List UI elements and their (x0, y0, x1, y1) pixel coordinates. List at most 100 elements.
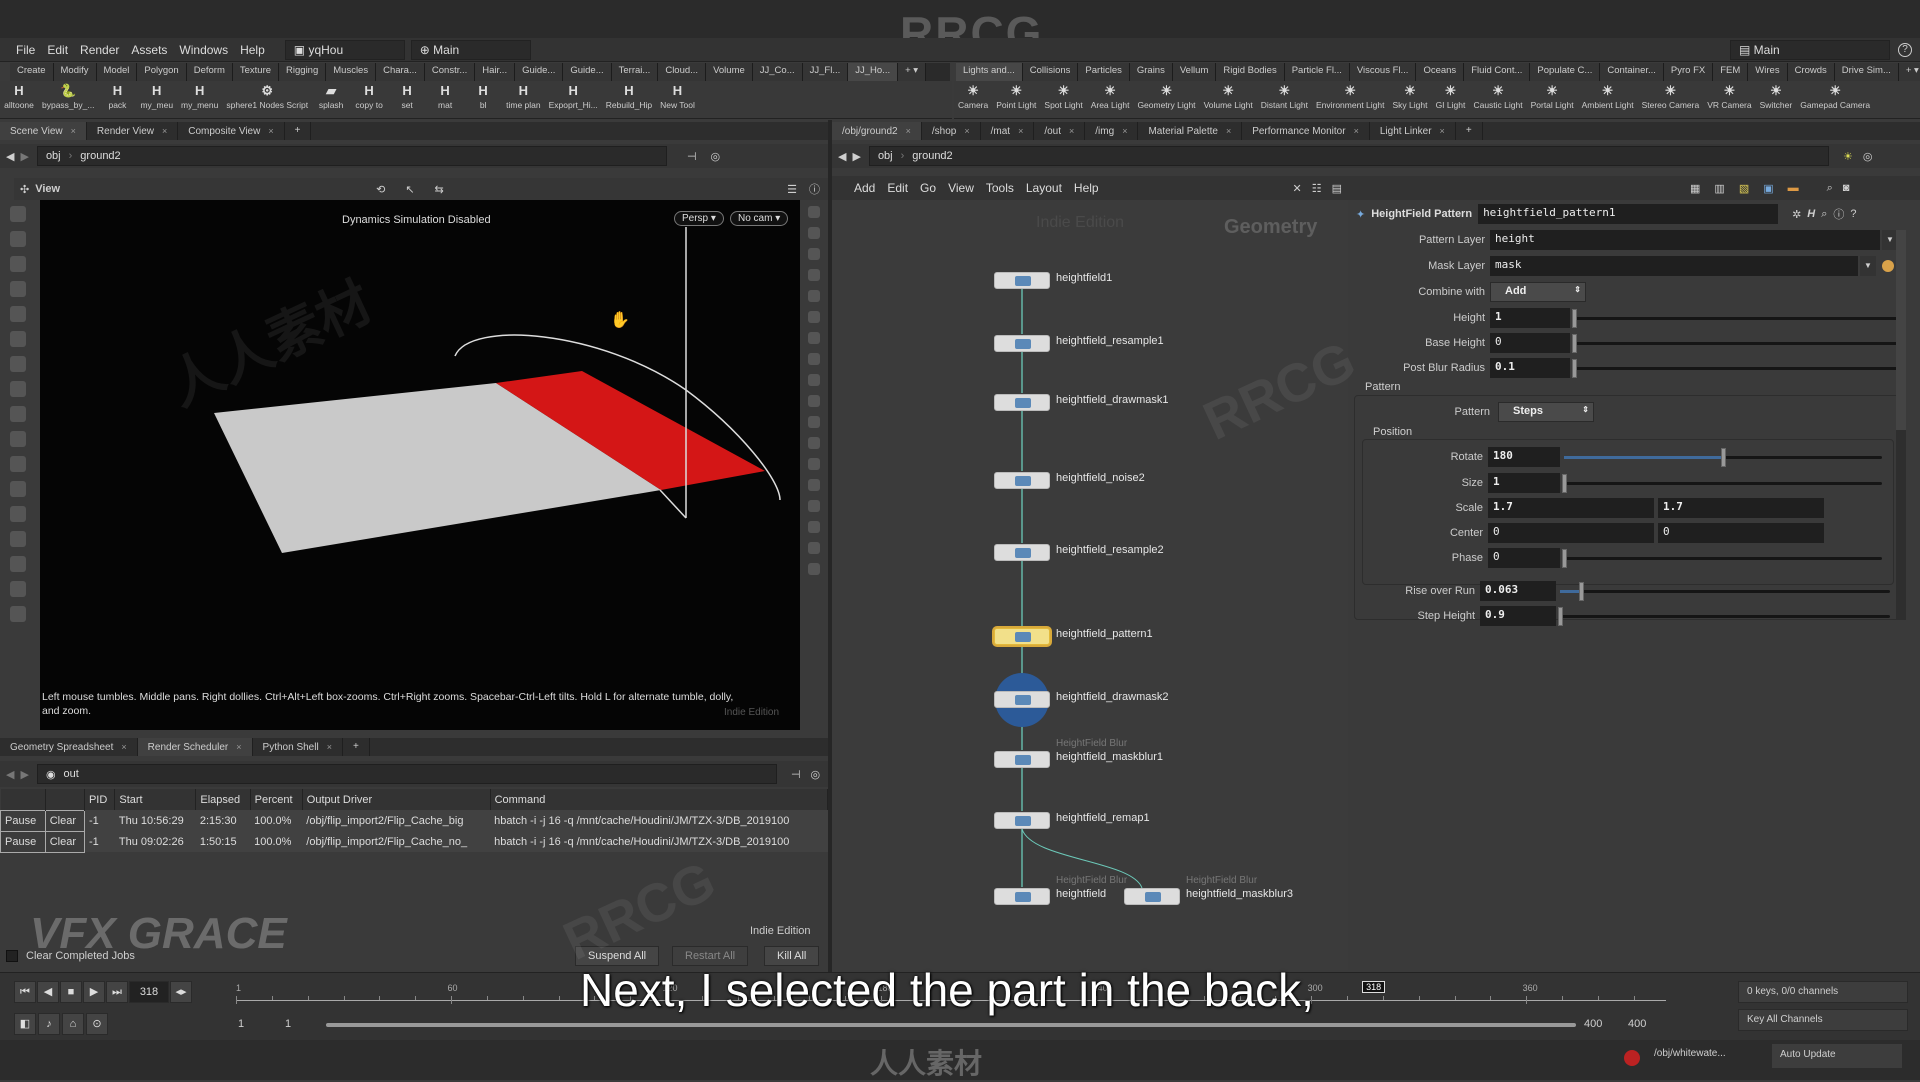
stack-tool-icon[interactable] (10, 556, 26, 572)
back-arrow-icon[interactable]: ◀ (6, 150, 14, 163)
node-name-field[interactable]: heightfield_pattern1 (1478, 204, 1779, 224)
tab-mat[interactable]: /mat × (981, 122, 1035, 140)
tumble-tool-icon[interactable]: ⟲ (376, 183, 385, 196)
shelf-tool-time-plan[interactable]: Htime plan (502, 81, 545, 118)
menu-file[interactable]: File (10, 43, 41, 57)
folder-icon[interactable]: ▬ (1788, 182, 1799, 194)
brush-display-icon[interactable] (808, 437, 820, 449)
tab-obj-ground2[interactable]: /obj/ground2 × (832, 122, 922, 140)
bulb-display-icon[interactable] (808, 311, 820, 323)
scheduler-path-field[interactable]: ◉ out (36, 764, 777, 784)
display-options-icon[interactable]: ☰ (787, 183, 797, 196)
node-label[interactable]: heightfield_drawmask1 (1056, 394, 1169, 406)
path-ground2[interactable]: ground2 (912, 150, 952, 162)
step-back-button[interactable]: ◀ (37, 981, 59, 1003)
slider-handle[interactable] (1578, 582, 1584, 601)
shelf-tab-terrai[interactable]: Terrai... (611, 63, 659, 81)
camera-menu[interactable]: No cam ▾ (730, 211, 789, 226)
pin-icon[interactable]: ⊣ (687, 150, 697, 163)
mesh-display-icon[interactable] (808, 521, 820, 533)
lightbulb-icon[interactable]: ☀ (1843, 150, 1853, 163)
lock-display-icon[interactable] (808, 248, 820, 260)
jump-end-button[interactable]: ⏭ (106, 981, 128, 1003)
rotate-field[interactable]: 180 (1488, 447, 1560, 467)
slider-handle[interactable] (1572, 334, 1577, 353)
step-height-slider[interactable] (1558, 607, 1890, 626)
node-type-icon[interactable]: ✦ (1356, 208, 1365, 221)
desktop-selector[interactable]: ▣ yqHou (284, 39, 405, 60)
jump-start-button[interactable]: ⏮ (14, 981, 36, 1003)
shelf-tool-area-light[interactable]: ☀ Area Light (1087, 81, 1134, 118)
node-label[interactable]: heightfield_maskblur1 (1056, 751, 1163, 763)
shelf-tool-geometry-light[interactable]: ☀ Geometry Light (1133, 81, 1199, 118)
node-label[interactable]: heightfield1 (1056, 272, 1112, 284)
image-icon[interactable]: ▣ (1763, 182, 1773, 195)
link-icon[interactable]: ◎ (811, 768, 821, 781)
back-arrow-icon[interactable]: ◀ (838, 150, 846, 163)
range-end-field[interactable]: 400 (1584, 1018, 1602, 1030)
network-menu-view[interactable]: View (942, 181, 980, 195)
network-menu-tools[interactable]: Tools (980, 181, 1020, 195)
pattern-dropdown[interactable]: Steps ⇕ (1498, 402, 1594, 422)
range-start-field[interactable]: 1 (238, 1018, 244, 1030)
node-label[interactable]: heightfield (1056, 888, 1106, 900)
orbit-tool-icon[interactable] (10, 506, 26, 522)
shelf-tool-sphere1-nodes-script[interactable]: ⚙ sphere1 Nodes Script (222, 81, 312, 118)
close-icon[interactable]: × (1226, 126, 1231, 136)
column-header-pid[interactable]: PID (84, 789, 116, 810)
houdini-h-icon[interactable]: H (1807, 208, 1815, 220)
select-tool-icon[interactable] (10, 206, 26, 222)
close-icon[interactable]: × (1440, 126, 1445, 136)
expand-display-icon[interactable] (808, 563, 820, 575)
shelf-tool-gamepad-camera[interactable]: ☀ Gamepad Camera (1796, 81, 1874, 118)
tab-geometry-spreadsheet[interactable]: Geometry Spreadsheet × (0, 738, 138, 756)
current-frame-marker[interactable]: 318 (1362, 981, 1386, 993)
shelf-tool-ambient-light[interactable]: ☀ Ambient Light (1578, 81, 1638, 118)
shelf-tool-copy-to[interactable]: Hcopy to (350, 81, 388, 118)
shelf-tab-particles[interactable]: Particles (1078, 63, 1130, 81)
slider-handle[interactable] (1562, 549, 1567, 568)
close-icon[interactable]: × (327, 742, 332, 752)
shelf-tab-pyro-fx[interactable]: Pyro FX (1663, 63, 1714, 81)
close-icon[interactable]: × (906, 126, 911, 136)
shelf-tool-my-meu[interactable]: Hmy_meu (136, 81, 177, 118)
shelf-tab-constr[interactable]: Constr... (424, 63, 476, 81)
shelf-tool-pack[interactable]: Hpack (98, 81, 136, 118)
color-palette-icon[interactable]: ▧ (1739, 182, 1749, 195)
right-desktop-selector[interactable]: ▤ Main (1730, 39, 1890, 60)
tab-scene-view[interactable]: Scene View × (0, 122, 87, 140)
add-shelf-tab-button[interactable]: + ▾ (898, 63, 927, 81)
shelf-tab-jj-fl[interactable]: JJ_Fl... (802, 63, 849, 81)
shelf-tab-hair[interactable]: Hair... (475, 63, 516, 81)
shelf-tab-modify[interactable]: Modify (53, 63, 97, 81)
help-icon[interactable]: ⓘ (809, 181, 820, 197)
column-header-output-driver[interactable]: Output Driver (302, 789, 491, 810)
network-node[interactable] (994, 472, 1050, 489)
shelf-tool-caustic-light[interactable]: ☀ Caustic Light (1469, 81, 1526, 118)
auto-update-button[interactable]: Auto Update (1772, 1044, 1902, 1068)
keyframe-button[interactable]: ⌂ (62, 1013, 84, 1035)
play-button[interactable]: ▶ (83, 981, 105, 1003)
post-blur-field[interactable]: 0.1 (1490, 358, 1570, 378)
bulb-tool-icon[interactable] (10, 406, 26, 422)
path-ground2[interactable]: ground2 (80, 150, 120, 162)
pin-display-icon[interactable] (808, 227, 820, 239)
shelf-tab-crowds[interactable]: Crowds (1787, 63, 1835, 81)
path-obj[interactable]: obj (46, 150, 61, 162)
network-menu-go[interactable]: Go (914, 181, 942, 195)
column-header-blank[interactable] (45, 789, 85, 810)
shelf-tool-switcher[interactable]: ☀ Switcher (1756, 81, 1797, 118)
rise-over-run-field[interactable]: 0.063 (1480, 581, 1556, 601)
shelf-tab-fem[interactable]: FEM (1713, 63, 1749, 81)
keys-info[interactable]: 0 keys, 0/0 channels (1738, 981, 1908, 1003)
tree-view-icon[interactable]: ☷ (1312, 182, 1322, 195)
range-end-field-2[interactable]: 400 (1628, 1018, 1646, 1030)
column-header-elapsed[interactable]: Elapsed (195, 789, 251, 810)
shelf-tab-guide[interactable]: Guide... (515, 63, 564, 81)
link-icon[interactable]: ◎ (711, 150, 721, 163)
lock-tool-icon[interactable] (10, 306, 26, 322)
layout-icon[interactable]: ▥ (1714, 182, 1724, 195)
question-icon[interactable]: ? (1898, 42, 1912, 57)
tab-shop[interactable]: /shop × (922, 122, 981, 140)
shelf-tab-texture[interactable]: Texture (232, 63, 280, 81)
